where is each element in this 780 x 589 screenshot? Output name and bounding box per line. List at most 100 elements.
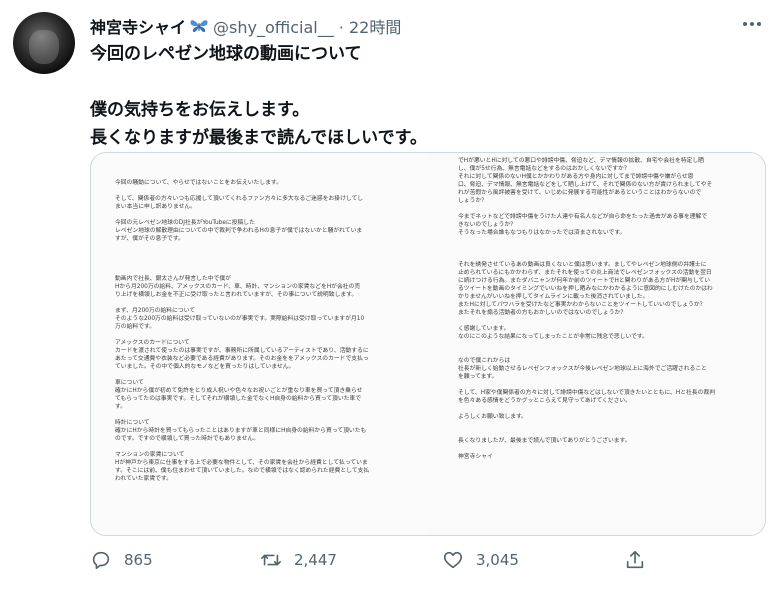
- letter-line: [458, 349, 745, 357]
- like-button[interactable]: 3,045: [442, 546, 519, 574]
- letter-line: [115, 267, 412, 275]
- letter-line: 時計について: [115, 420, 150, 426]
- letter-image[interactable]: 今回の騒動について、やらせではないことをお伝えいたします。そして、関係者の方々い…: [90, 152, 766, 536]
- letter-line: それを誘発させているあの動画は良くないと僕は思います。ましてやレペゼン地球側の弁…: [458, 262, 707, 268]
- letter-line: [458, 445, 745, 453]
- letter-line: 車について: [115, 380, 144, 386]
- tweet-line: 長くなりますが最後まで読んでほしいです。: [90, 128, 427, 148]
- letter-line: 今回の騒動について、やらせではないことをお伝えいたします。: [115, 180, 282, 186]
- letter-line: 長くなりましたが、最後まで読んで頂いてありがとうございます。: [458, 438, 631, 444]
- butterfly-icon: [189, 18, 209, 34]
- letter-line: [115, 187, 412, 195]
- letter-line: [458, 205, 745, 213]
- letter-line: カードを渡されて使ったのは事実ですが、事務所に所属しているアーティストであり、活…: [115, 348, 369, 354]
- retweet-icon: [261, 554, 281, 566]
- tweet-line: 僕の気持ちをお伝えします。: [90, 100, 310, 120]
- letter-line: なのにこのような結果になってしまったことが非常に残念で悲しいです。: [458, 334, 648, 340]
- letter-line: [115, 411, 412, 419]
- reply-button[interactable]: 865: [90, 546, 153, 574]
- letter-line: まい本当に申し訳ありません。: [115, 204, 196, 210]
- letter-line: またそれを煽る活動者の方もおかしいのではないのでしょうか？: [458, 310, 627, 316]
- tweet-text: 今回のレペゼン地球の動画について 僕の気持ちをお伝えします。 長くなりますが最後…: [90, 40, 750, 152]
- letter-line: でHが悪いとHに対しての悪口や誹謗中傷、脅迫など、デマ情報の拡散、自宅や会社を特…: [458, 158, 704, 164]
- letter-line: [458, 317, 745, 325]
- letter-line: [115, 331, 412, 339]
- heart-icon: [443, 551, 463, 569]
- letter-line: す。: [115, 404, 127, 410]
- reply-icon: [92, 551, 110, 570]
- tweet-actions: 865 2,447 3,045: [90, 546, 690, 574]
- letter-line: あたって交通費や衣装など必要である経費があります。そのお金ををアメックスのカード…: [115, 356, 369, 362]
- letter-line: レペゼン地球の解散理由についての中で裁判で争われるHの息子が僕ではないかと騒がれ…: [115, 228, 363, 234]
- letter-line: 動画内で社長、銀太さんが発言した中で僕が: [115, 276, 231, 282]
- letter-line: のです。ですので横領して買った時計でもありません。: [115, 436, 259, 442]
- retweet-count: 2,447: [294, 551, 337, 569]
- letter-line: [458, 429, 745, 437]
- letter-line: ていました。その中で個人的なモノなどを買ったりはしていません。: [115, 364, 295, 370]
- letter-line: アメックスのカードについて: [115, 340, 190, 346]
- letter-line: Hから月200万の給料、アメックスのカード、車、時計、マンションの家賃などをHが…: [115, 284, 361, 290]
- tweet-line: [90, 68, 750, 96]
- letter-line: 確かにHから僕が初めて免許をとり成人祝いや色々なお祝いごとが重なり車を買って頂き…: [115, 388, 363, 394]
- letter-line: を色々ある感情をどうかグッとこらえて見守ってあげてください。: [458, 398, 631, 404]
- letter-line: [458, 405, 745, 413]
- letter-line: 口、脅迫、デマ情報、無言電話などをして晒し上げて、それで関係のない方が責けられま…: [458, 182, 713, 188]
- letter-line: マンションの家賃について: [115, 452, 185, 458]
- letter-line: またHに対してパワハラを受けたなど事実かわからないことをツイートしていいのでしょ…: [458, 302, 706, 308]
- letter-line: [115, 243, 412, 251]
- letter-line: きないのでしょうか？: [458, 222, 516, 228]
- author-name[interactable]: 神宮寺シャイ: [90, 14, 186, 38]
- letter-line: しょうか？: [458, 198, 487, 204]
- share-icon: [626, 550, 644, 569]
- letter-line: れが苦悶から風評被害を受けて、いじめに発展する可能性があるということはわからない…: [458, 190, 702, 196]
- reply-count: 865: [124, 551, 153, 569]
- letter-line: まず、月200万の給料について: [115, 308, 196, 314]
- letter-line: [115, 371, 412, 379]
- letter-line: 今までネットなどで誹謗中傷をうけた人達や有名人などが自ら命をたった過去がある事を…: [458, 214, 708, 220]
- letter-line: [115, 299, 412, 307]
- letter-line: [458, 245, 745, 253]
- letter-line: われていた家賃です。: [115, 476, 172, 482]
- letter-line: Hが神戸から東京に仕事をする上で必要な物件として、その家賃を会社から経費として払…: [115, 460, 368, 466]
- letter-line: し、僕が5せ行為、無言電話などをするのはおかしくないですか？: [458, 166, 630, 172]
- letter-line: 止められているにもかかわらず、またそれを使っての炎上商法でレペゼンフォックスの活…: [458, 270, 712, 276]
- letter-line: す。そこには前、僕も住まわせて頂いていました。なので横領ではなく認められた経費と…: [115, 468, 370, 474]
- retweet-button[interactable]: 2,447: [260, 546, 337, 574]
- letter-line: そうなった場合誰もなつもりはなかったでは済まされないです。: [458, 230, 626, 236]
- letter-line: かりませんがいいねを押してタイムラインに載った後消されていました。: [458, 294, 649, 300]
- letter-line: [458, 253, 745, 261]
- letter-line: り上げを横領しお金を不正に受け取ったと言われていますが、その事について説明致しま…: [115, 292, 358, 298]
- author-handle-time[interactable]: @shy_official__ · 22時間: [213, 14, 401, 38]
- letter-line: [458, 381, 745, 389]
- letter-line: 社長が新しく始動させるレペゼンフォックスが今後レペゼン地球以上に海外でご活躍され…: [458, 366, 707, 372]
- letter-line: [458, 421, 745, 429]
- more-icon[interactable]: [737, 12, 767, 36]
- letter-page-left: 今回の騒動について、やらせではないことをお伝えいたします。そして、関係者の方々い…: [91, 153, 428, 535]
- letter-line: [115, 211, 412, 219]
- letter-line: てもらってたのは事実です。そしてそれが横領した金でなくH自身の給料から買って頂い…: [115, 396, 362, 402]
- letter-line: そして、H家や僕関係者の方々に対して誹謗中傷などはしないで頂きたいとともに、Hと…: [458, 390, 715, 396]
- letter-line: [115, 251, 412, 259]
- letter-line: [458, 341, 745, 349]
- letter-line: よろしくお願い致します。: [458, 414, 527, 420]
- letter-line: そのような200万の給料は受け取っていないのが事実です。実際給料は受け取っていま…: [115, 316, 365, 322]
- letter-line: それに対して関係のないH僕とかかわりがある方や身内に対してまで誹謗中傷や嫌がらせ…: [458, 174, 694, 180]
- letter-line: そして、関係者の方々いつも応援して頂いてくれるファン方々に多大なるご迷惑をお掛け…: [115, 196, 364, 202]
- letter-line: く感謝しています。: [458, 326, 510, 332]
- avatar[interactable]: [13, 12, 75, 74]
- letter-line: るツイートを動画のタイミングでいいねを押し晒みなにかわかるように意図的にしむけた…: [458, 286, 713, 292]
- letter-page-right: でHが悪いとHに対しての悪口や誹謗中傷、脅迫など、デマ情報の拡散、自宅や会社を特…: [428, 153, 765, 535]
- letter-line: 神宮寺シャイ: [458, 454, 493, 460]
- letter-line: 万の給料です。: [115, 324, 155, 330]
- letter-line: を願ってます。: [458, 374, 498, 380]
- like-count: 3,045: [476, 551, 519, 569]
- tweet-header: 神宮寺シャイ @shy_official__ · 22時間: [90, 14, 401, 38]
- letter-line: [115, 259, 412, 267]
- letter-line: 今回の元レペゼン地球のDJ社長がYouTubeに投稿した: [115, 220, 255, 226]
- letter-line: [115, 443, 412, 451]
- share-button[interactable]: [624, 546, 646, 574]
- letter-line: 確かにHから時計を買ってもらったことはありますが車と同様にH自身の給料から買って…: [115, 428, 367, 434]
- letter-line: なので僕これからは: [458, 358, 511, 364]
- letter-line: に続けつける行為。またダバニャンが何年か前のツイートでHと関わりがある方がHが関…: [458, 278, 711, 284]
- tweet-line: 今回のレペゼン地球の動画について: [90, 44, 362, 64]
